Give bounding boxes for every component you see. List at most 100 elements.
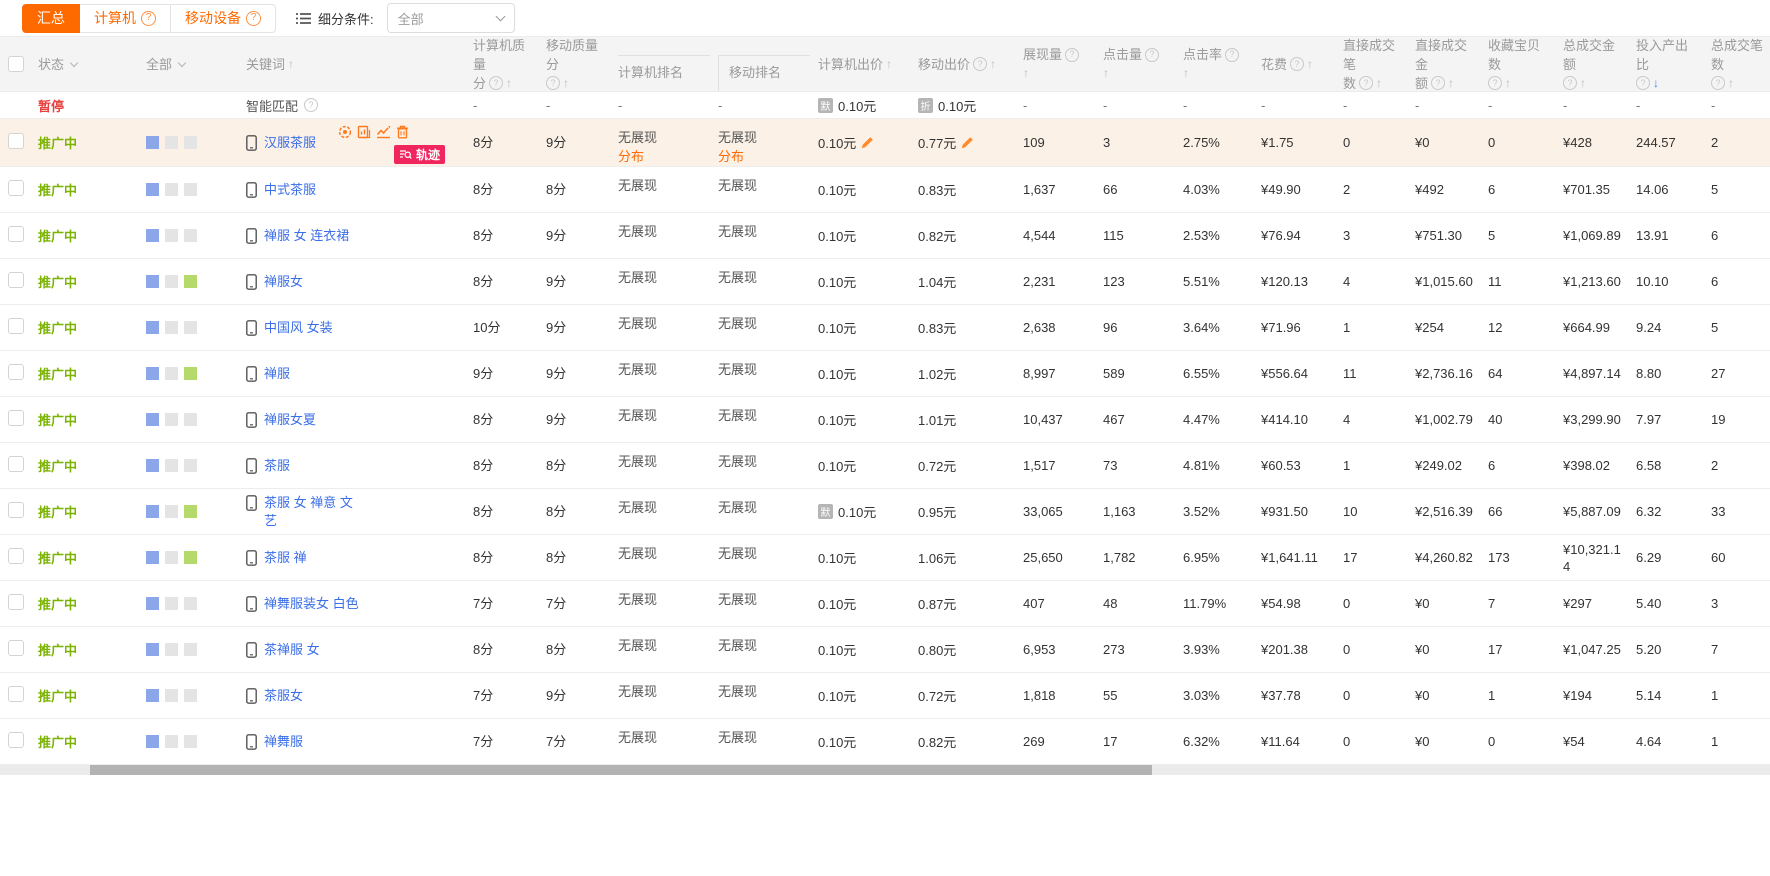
help-icon: ? (246, 11, 261, 26)
tab-汇总[interactable]: 汇总 (22, 4, 80, 33)
keyword-link[interactable]: 茶禅服 女 (264, 641, 320, 659)
status-square-gray (165, 321, 178, 334)
keyword-link[interactable]: 禅舞服 (264, 733, 303, 751)
roi-cell: 5.20 (1628, 641, 1703, 658)
status-square-green (184, 505, 197, 518)
campaign-copy-icon[interactable] (357, 125, 371, 139)
direct-orders-cell: 2 (1335, 181, 1407, 198)
rank-value: 无展现 (618, 728, 704, 747)
header-bid-mobile[interactable]: 移动出价?↑ (910, 55, 1015, 74)
row-checkbox[interactable] (8, 502, 24, 518)
keyword-link[interactable]: 汉服茶服 (264, 134, 316, 152)
header-clicks[interactable]: 点击量?↑ (1095, 45, 1175, 83)
status-square-gray (165, 229, 178, 242)
direct-amount-cell: - (1407, 97, 1480, 114)
header-impressions[interactable]: 展现量?↑ (1015, 45, 1095, 83)
header-favorites[interactable]: 收藏宝贝数?↑ (1480, 36, 1555, 93)
keyword-link[interactable]: 茶服 禅 (264, 549, 307, 567)
bid-mobile-cell: 0.83元 (910, 318, 1015, 337)
favorites-cell: 66 (1480, 503, 1555, 520)
row-checkbox[interactable] (8, 686, 24, 702)
keyword-link[interactable]: 禅舞服装女 白色 (264, 595, 359, 613)
row-checkbox[interactable] (8, 272, 24, 288)
rank-mobile-cell: 无展现 (710, 305, 810, 350)
tab-计算机[interactable]: 计算机? (80, 4, 171, 33)
header-roi[interactable]: 投入产出比?↓ (1628, 36, 1703, 93)
rank-value: 无展现 (618, 590, 704, 609)
scrollbar-thumb[interactable] (90, 765, 1152, 775)
row-checkbox[interactable] (8, 180, 24, 196)
row-checkbox[interactable] (8, 364, 24, 380)
roi-cell: 8.80 (1628, 365, 1703, 382)
clicks-cell: 1,782 (1095, 549, 1175, 566)
rank-mobile-cell: 无展现 (710, 213, 810, 258)
distribution-link[interactable]: 分布 (618, 147, 704, 166)
keyword-link[interactable]: 中式茶服 (264, 181, 316, 199)
row-checkbox[interactable] (8, 548, 24, 564)
row-checkbox[interactable] (8, 640, 24, 656)
row-checkbox[interactable] (8, 410, 24, 426)
rank-pc-cell: 无展现 (610, 259, 710, 304)
impressions-cell: 8,997 (1015, 365, 1095, 382)
total-orders-cell: 6 (1703, 273, 1770, 290)
header-select-all[interactable] (0, 56, 30, 72)
target-icon[interactable] (338, 125, 352, 139)
header-label: 花费 (1261, 55, 1287, 74)
header-quality-mobile[interactable]: 移动质量分?↑ (538, 36, 610, 93)
row-checkbox[interactable] (8, 594, 24, 610)
header-group[interactable]: 全部 (138, 55, 238, 74)
header-direct-orders[interactable]: 直接成交笔数?↑ (1335, 36, 1407, 93)
row-checkbox[interactable] (8, 56, 24, 72)
keyword-link[interactable]: 茶服 (264, 457, 290, 475)
trend-chart-icon[interactable] (376, 125, 391, 139)
header-total-orders[interactable]: 总成交笔数?↑ (1703, 36, 1770, 93)
tab-移动设备[interactable]: 移动设备? (171, 4, 276, 33)
impressions-cell: - (1015, 97, 1095, 114)
header-ctr[interactable]: 点击率?↑ (1175, 45, 1253, 83)
header-label: 点击量 (1103, 45, 1142, 64)
track-button[interactable]: 轨迹 (394, 145, 445, 164)
header-direct-amount[interactable]: 直接成交金额?↑ (1407, 36, 1480, 93)
header-keyword[interactable]: 关键词↑ (238, 55, 465, 74)
rank-value: 无展现 (718, 728, 804, 747)
total-amount-cell: ¥1,047.25 (1555, 641, 1628, 658)
keyword-cell: 智能匹配? (238, 92, 465, 118)
keyword-cell: 茶服女 (238, 673, 465, 718)
delete-icon[interactable] (396, 125, 409, 139)
keyword-link[interactable]: 茶服 女 禅意 文艺 (264, 494, 362, 530)
keyword-link[interactable]: 禅服女 (264, 273, 303, 291)
keyword-link[interactable]: 禅服 女 连衣裙 (264, 227, 349, 245)
header-bid-pc[interactable]: 计算机出价↑ (810, 55, 910, 74)
row-checkbox[interactable] (8, 732, 24, 748)
keyword-link[interactable]: 茶服女 (264, 687, 303, 705)
impressions-cell: 6,953 (1015, 641, 1095, 658)
segment-dropdown[interactable]: 全部 (387, 3, 515, 33)
header-quality-pc[interactable]: 计算机质量分?↑ (465, 36, 538, 93)
bid-pc-cell: 默0.10元 (810, 96, 910, 115)
chevron-down-icon (495, 12, 505, 22)
distribution-link[interactable]: 分布 (718, 147, 804, 166)
ctr-cell: 5.51% (1175, 273, 1253, 290)
total-orders-cell: 3 (1703, 595, 1770, 612)
phone-icon (246, 733, 257, 750)
keyword-cell: 禅服女 (238, 259, 465, 304)
keyword-link[interactable]: 禅服女夏 (264, 411, 316, 429)
keyword-link[interactable]: 禅服 (264, 365, 290, 383)
quality-score-mobile: - (538, 97, 610, 114)
row-checkbox[interactable] (8, 226, 24, 242)
status-square-blue (146, 413, 159, 426)
header-status[interactable]: 状态 (30, 55, 138, 74)
edit-pencil-icon[interactable] (961, 136, 974, 149)
bid-value: 0.10元 (818, 548, 856, 567)
edit-pencil-icon[interactable] (861, 136, 874, 149)
header-total-amount[interactable]: 总成交金额?↑ (1555, 36, 1628, 93)
bid-value: 0.10元 (818, 180, 856, 199)
impressions-cell: 10,437 (1015, 411, 1095, 428)
row-checkbox[interactable] (8, 318, 24, 334)
row-checkbox[interactable] (8, 456, 24, 472)
row-checkbox[interactable] (8, 133, 24, 149)
header-cost[interactable]: 花费?↑ (1253, 55, 1335, 74)
rank-pc-cell: 无展现 (610, 443, 710, 488)
table-row: 推广中茶禅服 女8分8分无展现无展现0.10元0.80元6,9532733.93… (0, 627, 1770, 673)
keyword-link[interactable]: 中国风 女装 (264, 319, 333, 337)
